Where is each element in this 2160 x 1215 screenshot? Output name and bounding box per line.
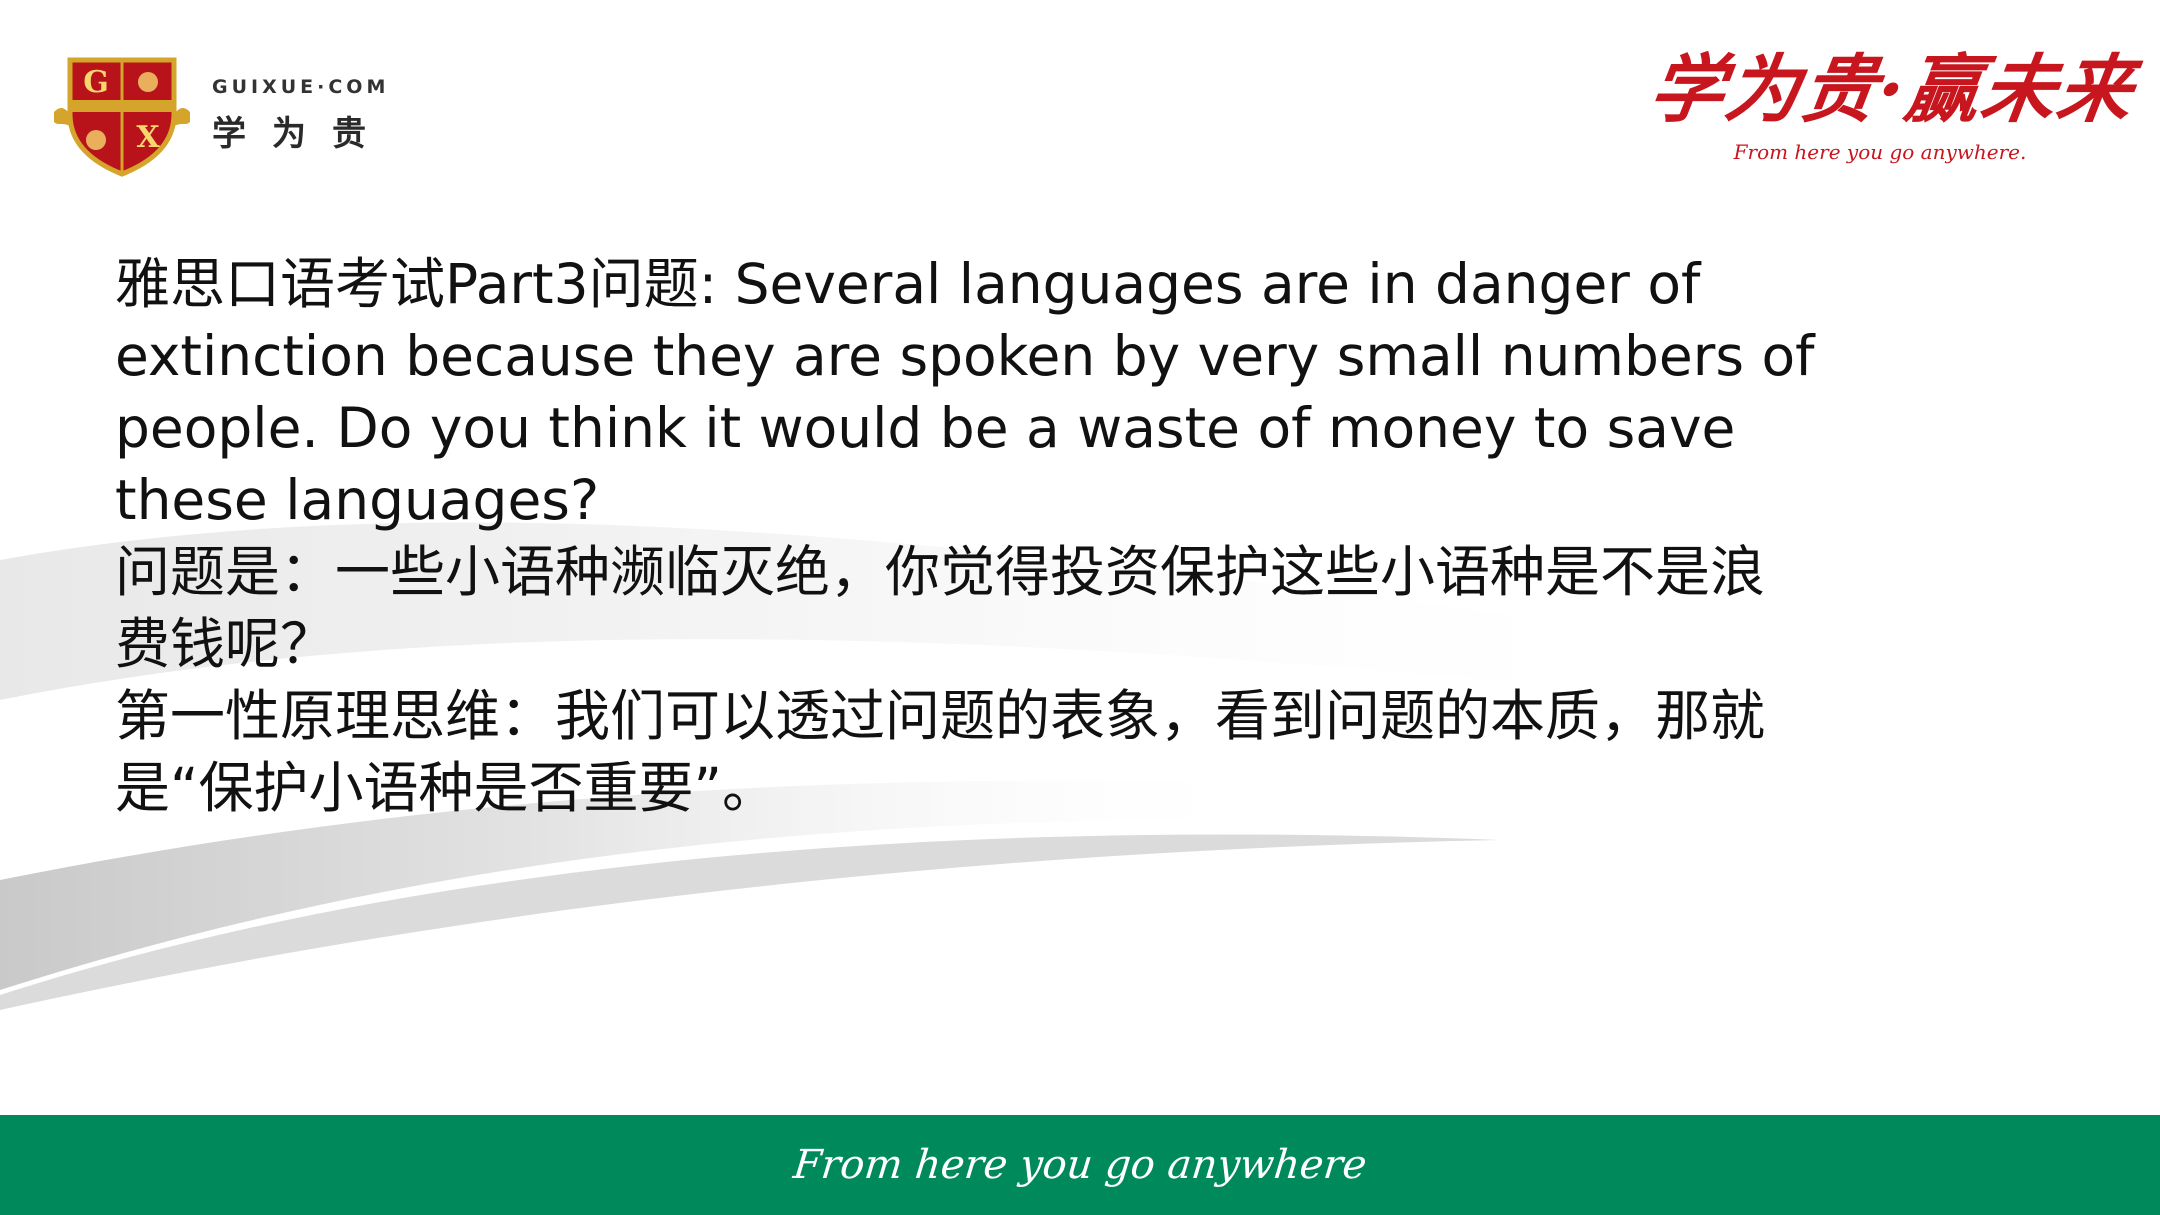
shield-crest-icon: G X xyxy=(54,57,190,177)
logo-chinese-name: 学为贵 xyxy=(212,114,392,154)
logo-site-name: GUIXUE·COM xyxy=(212,76,390,98)
footer-tagline: From here you go anywhere xyxy=(791,1142,1369,1188)
guixue-logo: G X GUIXUE·COM 学为贵 xyxy=(52,52,412,182)
footer-bar: From here you go anywhere xyxy=(0,1115,2160,1215)
first-principle-thinking: 第一性原理思维：我们可以透过问题的表象，看到问题的本质，那就是“保护小语种是否重… xyxy=(115,684,1766,820)
slide-content: 雅思口语考试Part3问题: Several languages are in … xyxy=(115,248,1815,824)
slogan-block: 学为贵·赢未来 From here you go anywhere. xyxy=(1644,40,2140,190)
question-text: 雅思口语考试Part3问题: Several languages are in … xyxy=(115,252,1815,532)
question-translation: 问题是：一些小语种濒临灭绝，你觉得投资保护这些小语种是不是浪费钱呢？ xyxy=(115,540,1766,676)
shield-letter-x: X xyxy=(136,120,160,155)
shield-letter-g: G xyxy=(83,65,109,100)
slogan-chinese: 学为贵·赢未来 xyxy=(1643,47,2140,133)
slogan-english: From here you go anywhere. xyxy=(1733,140,2027,164)
